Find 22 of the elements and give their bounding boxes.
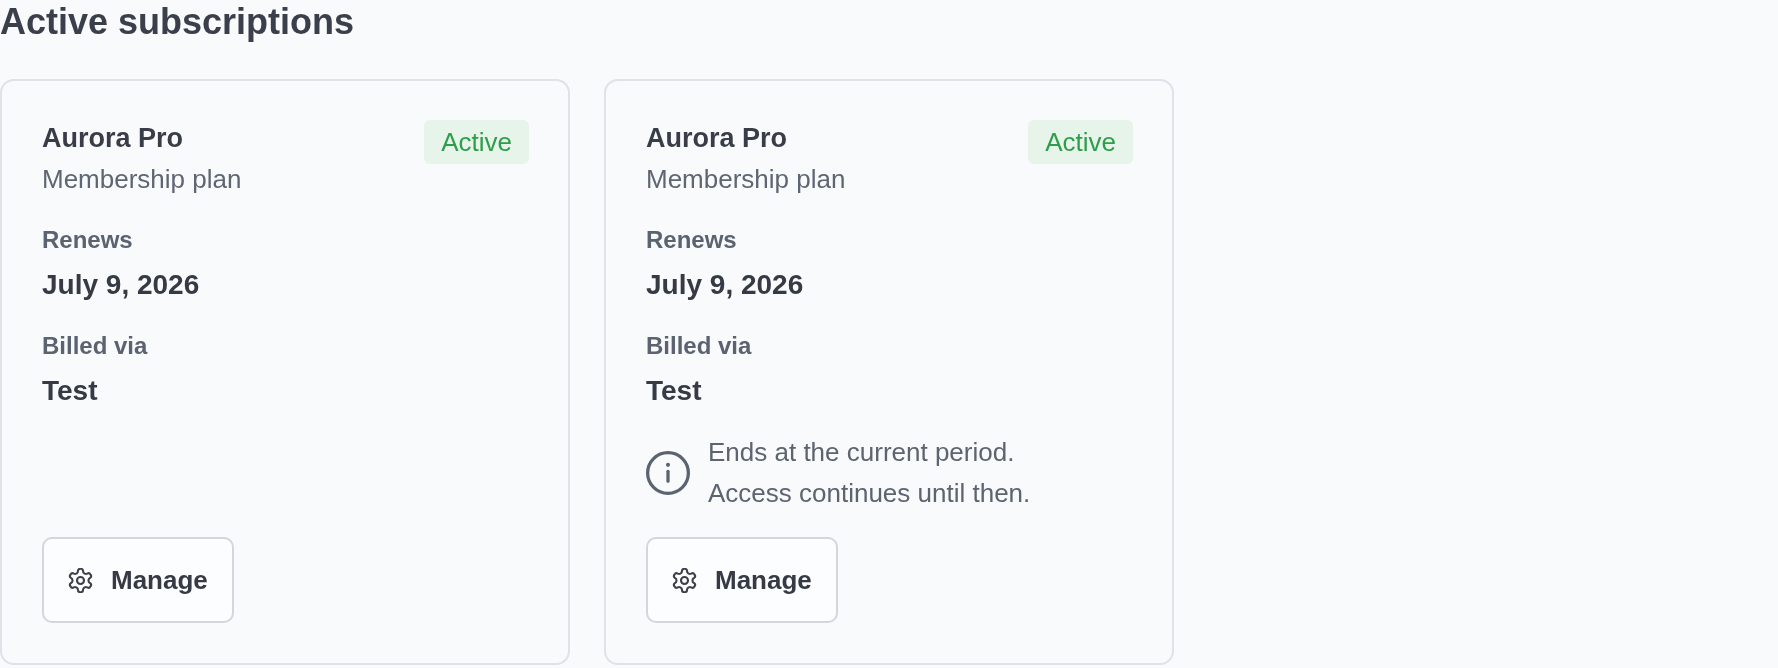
status-badge: Active [424,120,529,164]
field-label: Billed via [646,331,752,361]
plan-type: Membership plan [646,163,846,196]
gear-icon [68,567,93,593]
gear-icon [672,567,697,593]
field-value: Test [42,374,98,408]
page-heading: Active subscriptions [0,0,355,43]
plan-type: Membership plan [42,163,242,196]
status-badge: Active [1028,120,1133,164]
plan-name: Aurora Pro [646,122,789,155]
field-label: Billed via [42,331,148,361]
field-value: July 9, 2026 [646,268,804,302]
notice-text: Ends at the current period. [708,436,1015,469]
manage-button[interactable]: Manage [42,537,234,623]
field-value: Test [646,374,702,408]
field-value: July 9, 2026 [42,268,200,302]
plan-name: Aurora Pro [42,122,185,155]
manage-button[interactable]: Manage [646,537,838,623]
field-label: Renews [646,225,737,255]
info-icon [646,451,690,495]
field-label: Renews [42,225,133,255]
notice-text: Access continues until then. [708,477,1031,510]
